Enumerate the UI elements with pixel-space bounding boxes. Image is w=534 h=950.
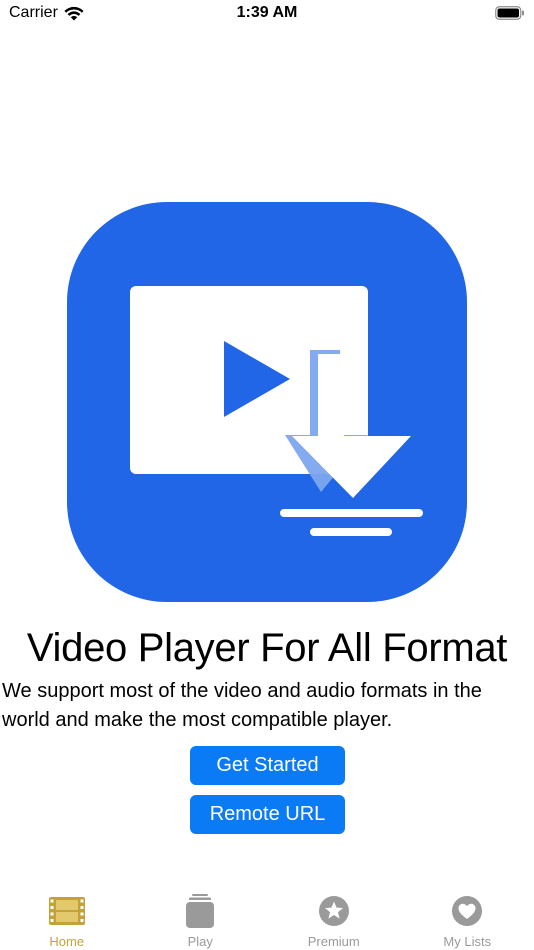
page-description: We support most of the video and audio f… [2,680,482,731]
stack-icon [182,894,218,928]
status-time: 1:39 AM [236,4,298,21]
video-download-icon [67,202,467,602]
tab-premium[interactable]: Premium [267,880,401,950]
tab-home-label: Home [49,934,85,949]
home-screen: Carrier 1:39 AM Video Player For All For… [0,0,534,950]
tab-premium-label: Premium [307,934,360,949]
get-started-button[interactable]: Get Started [190,746,345,785]
status-bar: Carrier 1:39 AM [0,0,534,30]
tab-play-label: Play [187,934,213,949]
tab-bar: Home Play Premium My Lists [0,880,534,950]
star-circle-icon [316,894,352,928]
page-title: Video Player For All Format [26,626,508,670]
battery-icon [495,6,524,20]
film-icon [48,894,85,928]
tab-my-lists-label: My Lists [443,934,492,949]
heart-circle-icon [449,894,485,928]
tab-home[interactable]: Home [0,880,134,950]
tab-my-lists[interactable]: My Lists [401,880,534,950]
tab-play[interactable]: Play [134,880,268,950]
remote-url-button[interactable]: Remote URL [190,795,345,834]
